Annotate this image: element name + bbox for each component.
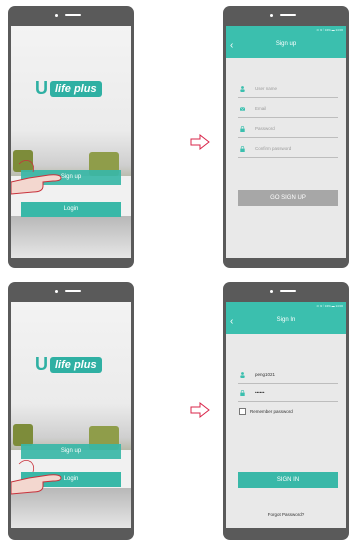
signin-header: ⊙ ≋ ⫶ 34% ▬ 14:00 ‹ Sign In	[226, 302, 346, 334]
password-field[interactable]: Password	[238, 122, 338, 138]
green-cushion	[13, 424, 33, 446]
confirm-password-field[interactable]: Confirm password	[238, 142, 338, 158]
lock-icon	[240, 390, 245, 396]
user-icon	[240, 86, 245, 92]
camera-dot	[270, 14, 273, 17]
phone-signin-form: ⊙ ≋ ⫶ 34% ▬ 14:00 ‹ Sign In peng1021 •••…	[223, 282, 349, 540]
email-field[interactable]: Email	[238, 102, 338, 118]
brand-u: U	[35, 78, 48, 98]
brand-logo: U life plus	[35, 354, 102, 375]
username-value: peng1021	[255, 372, 276, 377]
signup-header: ⊙ ≋ ⫶ 34% ▬ 14:00 ‹ Sign up	[226, 26, 346, 58]
status-bar: ⊙ ≋ ⫶ 34% ▬ 14:00	[316, 304, 343, 308]
lock-icon	[240, 146, 245, 152]
hand-gesture-icon	[11, 160, 62, 195]
password-field[interactable]: ••••••	[238, 386, 338, 402]
confirm-password-placeholder: Confirm password	[255, 146, 292, 151]
camera-dot	[270, 290, 273, 293]
splash-screen: U life plus Sign up Login	[11, 26, 131, 258]
password-placeholder: Password	[255, 126, 275, 131]
hand-gesture-icon	[11, 460, 62, 495]
phone-splash-signup: U life plus Sign up Login	[8, 6, 134, 268]
email-placeholder: Email	[255, 106, 267, 111]
speaker-bar	[65, 14, 81, 16]
signin-screen: ⊙ ≋ ⫶ 34% ▬ 14:00 ‹ Sign In peng1021 •••…	[226, 302, 346, 528]
status-bar: ⊙ ≋ ⫶ 34% ▬ 14:00	[316, 28, 343, 32]
speaker-bar	[65, 290, 81, 292]
brand-u: U	[35, 354, 48, 374]
username-field[interactable]: User name	[238, 82, 338, 98]
brand-name: life plus	[50, 80, 102, 97]
password-value: ••••••	[255, 390, 265, 395]
signup-button[interactable]: Sign up	[21, 444, 121, 459]
remember-password-row[interactable]: Remember password	[239, 408, 293, 415]
signup-screen: ⊙ ≋ ⫶ 34% ▬ 14:00 ‹ Sign up User name Em…	[226, 26, 346, 258]
lock-icon	[240, 126, 245, 132]
splash-screen: U life plus Sign up Login	[11, 302, 131, 528]
floor-shadow	[11, 216, 131, 258]
user-icon	[240, 372, 245, 378]
remember-checkbox[interactable]	[239, 408, 246, 415]
camera-dot	[55, 290, 58, 293]
speaker-bar	[280, 14, 296, 16]
mail-icon	[240, 107, 245, 111]
page-title: Sign In	[276, 317, 296, 323]
speaker-bar	[280, 290, 296, 292]
login-button[interactable]: Login	[21, 202, 121, 217]
go-sign-up-button[interactable]: GO SIGN UP	[238, 190, 338, 206]
camera-dot	[55, 14, 58, 17]
page-title: Sign up	[275, 41, 297, 47]
right-arrow-icon	[190, 402, 210, 418]
phone-splash-login: U life plus Sign up Login	[8, 282, 134, 540]
brand-logo: U life plus	[35, 78, 102, 99]
brand-name: life plus	[50, 356, 102, 373]
forgot-password-link[interactable]: Forgot Password?	[226, 512, 346, 517]
right-arrow-icon	[190, 134, 210, 150]
phone-signup-form: ⊙ ≋ ⫶ 34% ▬ 14:00 ‹ Sign up User name Em…	[223, 6, 349, 268]
username-placeholder: User name	[255, 86, 278, 91]
sign-in-button[interactable]: SIGN IN	[238, 472, 338, 488]
username-field[interactable]: peng1021	[238, 368, 338, 384]
remember-label: Remember password	[250, 409, 293, 414]
